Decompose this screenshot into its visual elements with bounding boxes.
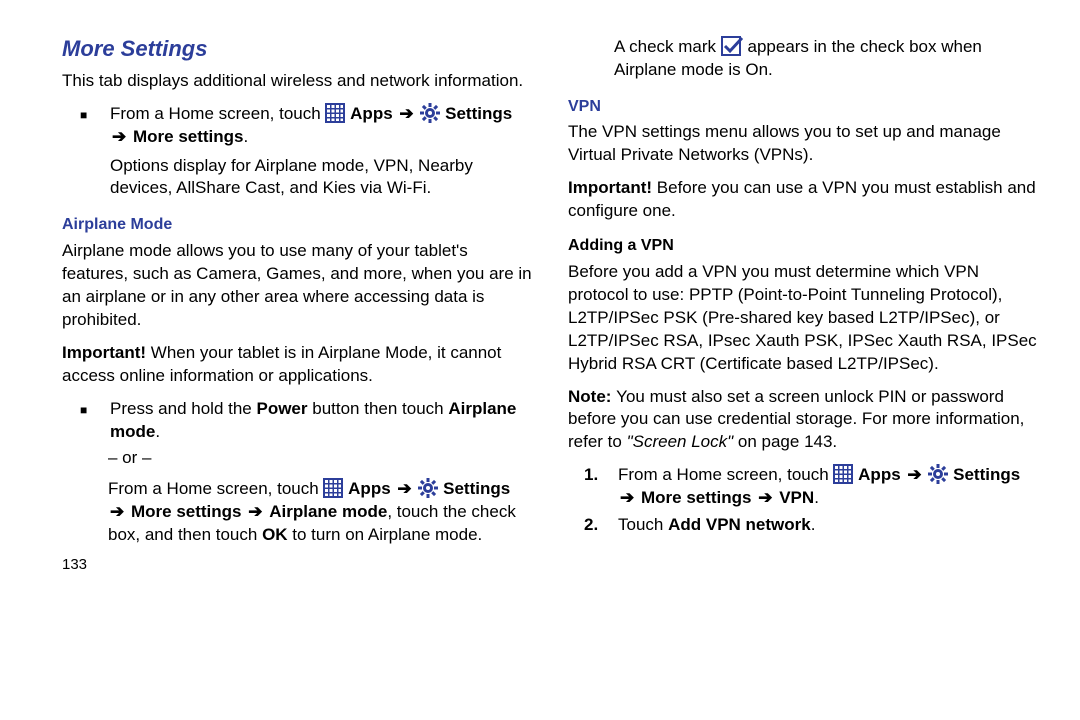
airplane-alt-instruction: From a Home screen, touch Apps ➔ Setting… [108, 478, 532, 547]
bullet-press-power: ■ Press and hold the Power button then t… [62, 398, 532, 444]
bullet-square-icon: ■ [62, 103, 104, 201]
arrow-icon: ➔ [397, 104, 415, 123]
heading-adding-vpn: Adding a VPN [568, 235, 1038, 257]
checkmark-description: A check mark appears in the check box wh… [568, 36, 1038, 82]
period: . [244, 127, 249, 146]
or-separator: – or – [108, 447, 532, 470]
adding-vpn-description: Before you add a VPN you must determine … [568, 261, 1038, 376]
settings-label: Settings [445, 104, 512, 123]
arrow-icon: ➔ [905, 465, 923, 484]
text: From a Home screen, touch [618, 465, 833, 484]
arrow-icon: ➔ [108, 502, 126, 521]
text: From a Home screen, touch [110, 104, 325, 123]
text: Touch [618, 515, 668, 534]
airplane-mode-label: Airplane mode [269, 502, 387, 521]
step-1: 1. From a Home screen, touch Apps ➔ Sett… [568, 464, 1038, 510]
note-screen-lock: Note: You must also set a screen unlock … [568, 386, 1038, 455]
more-settings-label: More settings [133, 127, 244, 146]
step-2: 2. Touch Add VPN network. [568, 514, 1038, 537]
apps-grid-icon [833, 464, 853, 484]
gear-icon [928, 464, 948, 484]
important-note-vpn: Important! Before you can use a VPN you … [568, 177, 1038, 223]
arrow-icon: ➔ [395, 479, 413, 498]
period: . [814, 488, 819, 507]
checkmark-icon [721, 36, 743, 56]
power-label: Power [256, 399, 307, 418]
apps-grid-icon [323, 478, 343, 498]
text: From a Home screen, touch [108, 479, 323, 498]
note-label: Note: [568, 387, 616, 406]
apps-label: Apps [350, 104, 397, 123]
intro-text: This tab displays additional wireless an… [62, 70, 532, 93]
arrow-icon: ➔ [110, 127, 128, 146]
bullet-square-icon: ■ [62, 398, 104, 444]
step-body: From a Home screen, touch Apps ➔ Setting… [618, 464, 1038, 510]
heading-more-settings: More Settings [62, 34, 532, 64]
page-number: 133 [62, 555, 532, 575]
right-column: A check mark appears in the check box wh… [568, 34, 1038, 710]
step-number: 2. [568, 514, 618, 537]
heading-airplane-mode: Airplane Mode [62, 214, 532, 236]
step-body: Touch Add VPN network. [618, 514, 1038, 537]
apps-label: Apps [348, 479, 395, 498]
bullet-body: From a Home screen, touch Apps ➔ Setting… [104, 103, 532, 201]
period: . [811, 515, 816, 534]
arrow-icon: ➔ [756, 488, 774, 507]
screen-lock-reference: "Screen Lock" [627, 432, 734, 451]
more-settings-label: More settings [131, 502, 246, 521]
ok-label: OK [262, 525, 288, 544]
arrow-icon: ➔ [618, 488, 636, 507]
step-number: 1. [568, 464, 618, 510]
text: A check mark [614, 37, 721, 56]
gear-icon [418, 478, 438, 498]
gear-icon [420, 103, 440, 123]
settings-label: Settings [443, 479, 510, 498]
document-page: More Settings This tab displays addition… [0, 0, 1080, 720]
add-vpn-network-label: Add VPN network [668, 515, 811, 534]
bullet-body: Press and hold the Power button then tou… [104, 398, 532, 444]
period: . [155, 422, 160, 441]
left-column: More Settings This tab displays addition… [62, 34, 532, 710]
settings-label: Settings [953, 465, 1020, 484]
options-display-text: Options display for Airplane mode, VPN, … [110, 156, 473, 198]
apps-label: Apps [858, 465, 905, 484]
vpn-label: VPN [779, 488, 814, 507]
important-label: Important! [62, 343, 151, 362]
airplane-description: Airplane mode allows you to use many of … [62, 240, 532, 332]
text: button then touch [308, 399, 449, 418]
text: to turn on Airplane mode. [288, 525, 483, 544]
important-label: Important! [568, 178, 657, 197]
apps-grid-icon [325, 103, 345, 123]
important-note-airplane: Important! When your tablet is in Airpla… [62, 342, 532, 388]
vpn-description: The VPN settings menu allows you to set … [568, 121, 1038, 167]
heading-vpn: VPN [568, 96, 1038, 118]
text: Press and hold the [110, 399, 256, 418]
bullet-home-apps-settings: ■ From a Home screen, touch Apps ➔ Setti… [62, 103, 532, 201]
text: on page 143. [733, 432, 837, 451]
more-settings-label: More settings [641, 488, 756, 507]
arrow-icon: ➔ [246, 502, 264, 521]
